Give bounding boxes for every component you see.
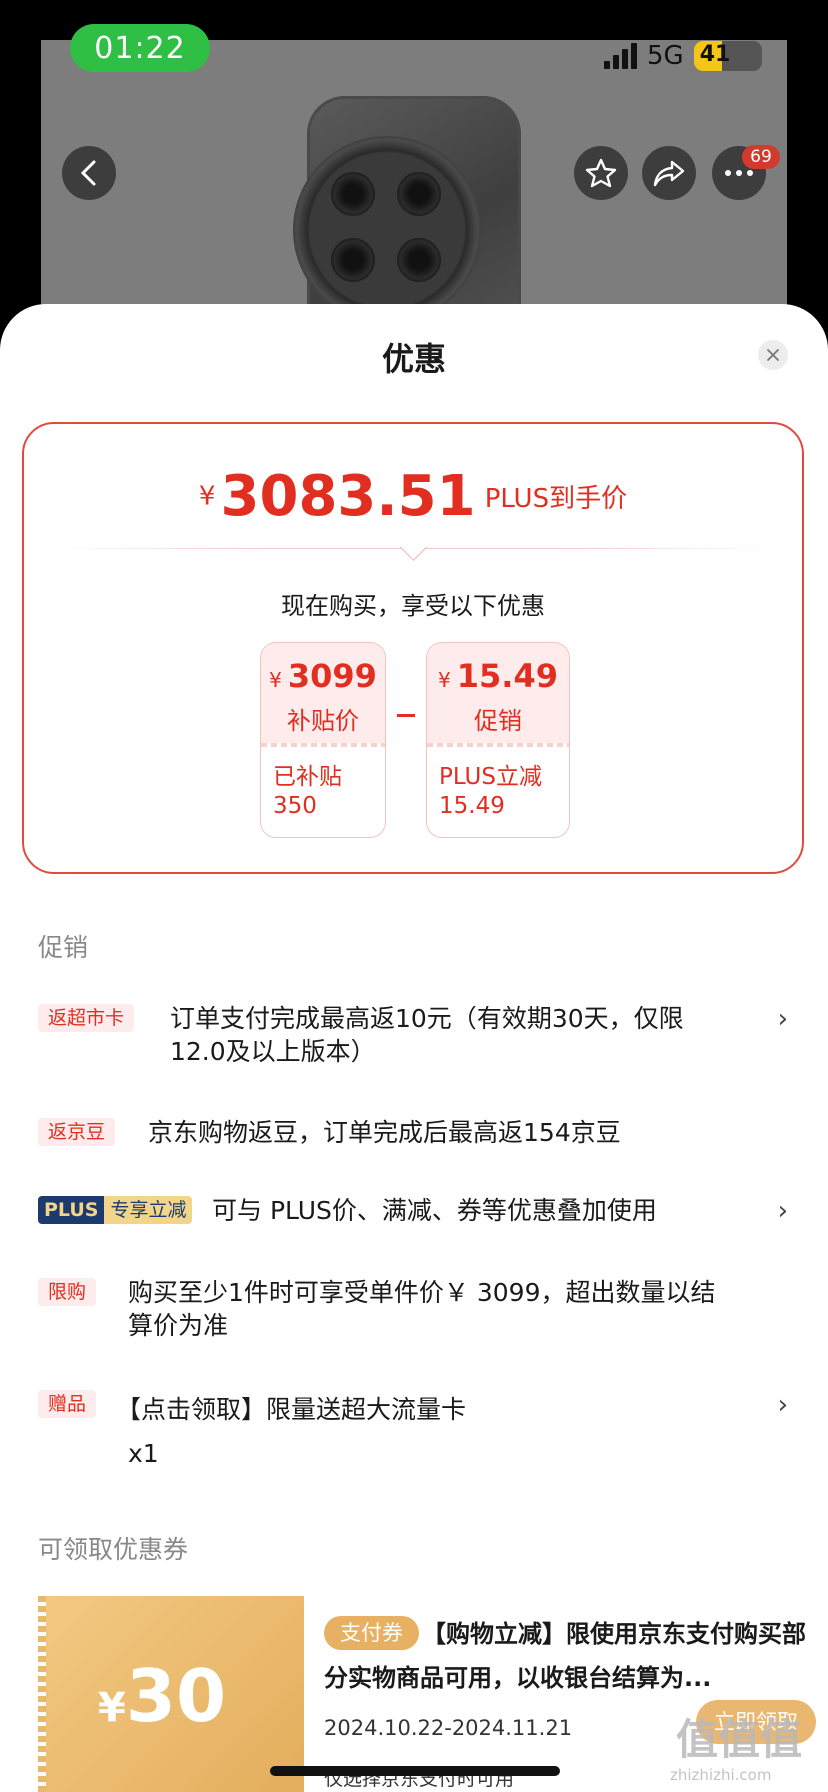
promo-text-line: 12.0及以上版本）: [170, 1037, 376, 1066]
promo-text-line: 【点击领取】限量送超大流量卡: [116, 1395, 467, 1424]
promotions-heading: 促销: [38, 933, 89, 962]
camera-lens: [397, 238, 441, 282]
promo-text: 【点击领取】限量送超大流量卡 x1: [116, 1388, 466, 1476]
close-button[interactable]: [758, 340, 788, 370]
currency-symbol: ¥: [269, 668, 282, 692]
battery-percent: 41: [699, 42, 731, 67]
coupon-validity: 2024.10.22-2024.11.21: [324, 1716, 573, 1740]
price-summary-card: ¥ 3083.51 PLUS到手价 现在购买，享受以下优惠 ¥3099 补贴价 …: [22, 422, 804, 874]
camera-module: [293, 136, 481, 324]
promo-text: 订单支付完成最高返10元（有效期30天，仅限 12.0及以上版本）: [170, 1002, 684, 1068]
promo-row-purchase-limit: 限购 购买至少1件时可享受单件价￥ 3099，超出数量以结 算价为准: [38, 1278, 788, 1348]
plus-tag: PLUS 专享立减: [38, 1196, 193, 1224]
back-button[interactable]: [62, 146, 116, 200]
gift-quantity: x1: [128, 1439, 159, 1468]
dashed-separator: [261, 743, 385, 747]
watermark-url: zhizhizhi.com: [670, 1766, 772, 1784]
camera-lens: [331, 238, 375, 282]
subsidy-detail-label: 已补贴: [273, 764, 342, 790]
chevron-right-icon: ›: [777, 1004, 788, 1034]
dashed-separator: [427, 743, 569, 747]
promo-detail-label: PLUS立减: [439, 764, 542, 790]
final-price: 3083.51: [220, 464, 476, 529]
promo-row-jd-beans: 返京豆 京东购物返豆，订单完成后最高返154京豆: [38, 1118, 788, 1152]
share-button[interactable]: [642, 146, 696, 200]
coupon-type-tag: 支付券: [324, 1616, 419, 1650]
close-icon: [767, 349, 779, 361]
signal-icon: [604, 43, 637, 69]
promo-row-supermarket-card[interactable]: 返超市卡 订单支付完成最高返10元（有效期30天，仅限 12.0及以上版本） ›: [38, 1004, 788, 1074]
promo-text: 京东购物返豆，订单完成后最高返154京豆: [148, 1118, 621, 1147]
more-badge: 69: [742, 145, 780, 169]
promo-text: 购买至少1件时可享受单件价￥ 3099，超出数量以结 算价为准: [128, 1276, 715, 1342]
home-indicator[interactable]: [270, 1766, 560, 1776]
promo-row-plus-discount[interactable]: PLUS 专享立减 可与 PLUS价、满减、券等优惠叠加使用 ›: [38, 1196, 788, 1230]
plus-tag-exclusive: 专享立减: [104, 1196, 193, 1224]
promo-discount-label: 促销: [474, 707, 522, 735]
minus-sign: [397, 714, 415, 717]
watermark-logo: 值值值: [676, 1715, 803, 1764]
chevron-right-icon: ›: [777, 1390, 788, 1420]
divider-notch: [400, 534, 427, 561]
subsidy-price-label: 补贴价: [287, 707, 359, 735]
promo-text-line: 算价为准: [128, 1311, 229, 1340]
promo-tag: 赠品: [38, 1390, 97, 1418]
promo-tag: 返京豆: [38, 1118, 116, 1146]
star-icon: [585, 158, 617, 188]
final-price-label: PLUS到手价: [484, 484, 628, 514]
favorite-button[interactable]: [574, 146, 628, 200]
subsidy-detail-value: 350: [273, 793, 317, 819]
more-dots-icon: [725, 170, 753, 176]
status-icons: 5G 41: [604, 40, 762, 72]
subsidy-price-value: 3099: [287, 657, 377, 695]
promo-tag: 限购: [38, 1278, 97, 1306]
promo-text-line: 购买至少1件时可享受单件价￥ 3099，超出数量以结: [128, 1278, 716, 1307]
promo-text: 可与 PLUS价、满减、券等优惠叠加使用: [212, 1196, 657, 1225]
promo-discount-box: ¥15.49 促销 PLUS立减 15.49: [426, 642, 570, 838]
chevron-left-icon: [80, 160, 96, 186]
promo-row-gift[interactable]: 赠品 【点击领取】限量送超大流量卡 x1 ›: [38, 1390, 788, 1470]
battery-icon: 41: [693, 41, 762, 71]
network-label: 5G: [647, 41, 684, 71]
now-buy-text: 现在购买，享受以下优惠: [281, 592, 545, 620]
subsidy-price-box: ¥3099 补贴价 已补贴 350: [260, 642, 386, 838]
status-time: 01:22: [70, 24, 210, 72]
sheet-title: 优惠: [381, 340, 446, 378]
plus-tag-label: PLUS: [38, 1196, 105, 1224]
promo-discount-value: 15.49: [456, 657, 558, 695]
camera-lens: [397, 172, 441, 216]
camera-lens: [331, 172, 375, 216]
coupon-amount: 30: [125, 1654, 227, 1738]
coupons-heading: 可领取优惠券: [38, 1535, 189, 1564]
chevron-right-icon: ›: [777, 1196, 788, 1226]
promo-tag: 返超市卡: [38, 1004, 135, 1032]
coupon-amount-panel: ¥30: [38, 1596, 304, 1792]
share-icon: [653, 160, 685, 187]
currency-symbol: ¥: [438, 668, 451, 692]
coupon-currency: ¥: [98, 1685, 126, 1731]
currency-symbol: ¥: [198, 481, 216, 512]
final-price-row: ¥ 3083.51 PLUS到手价: [24, 464, 802, 529]
promo-text-line: 订单支付完成最高返10元（有效期30天，仅限: [170, 1004, 684, 1033]
promo-detail-value: 15.49: [439, 793, 505, 819]
